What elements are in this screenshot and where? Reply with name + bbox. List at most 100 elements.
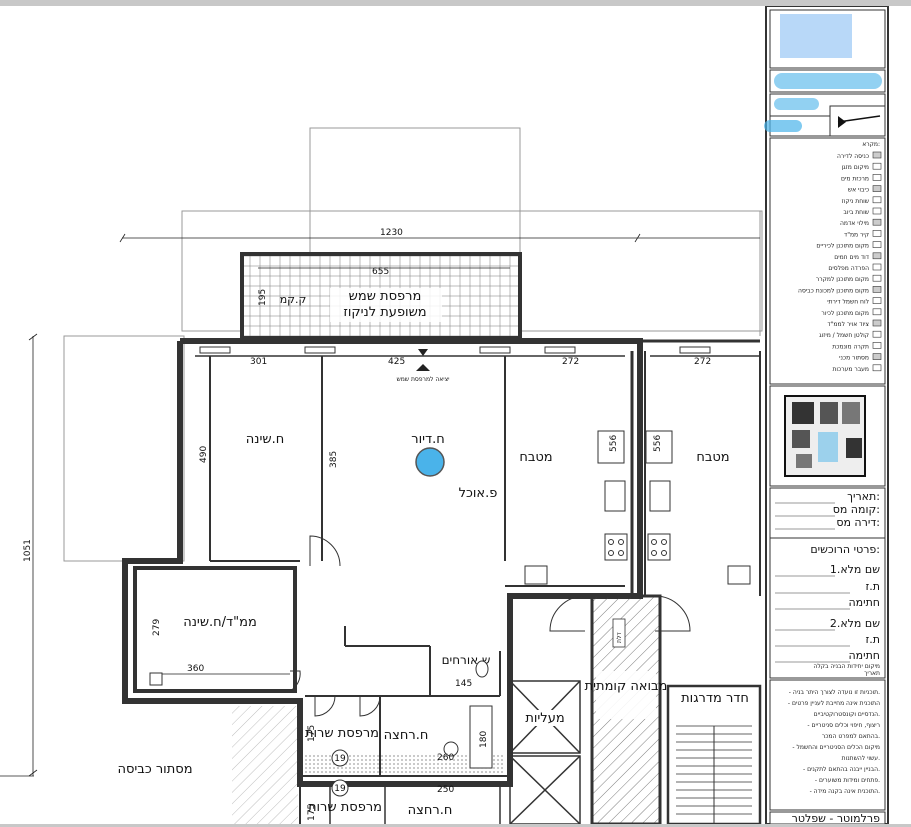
legend-symbol-icon [872,353,882,360]
legend-item: מיקום מזגן [842,164,869,171]
legend-item: הפרדה מפלסים [828,265,869,272]
kitchen-label: מטבח [519,450,552,465]
buyer1-name: 1.שם מלא [830,563,880,576]
legend-item: מסתור מכני [839,355,869,362]
drawing-sheet: 1230 1051 655 195 מרפסת שמש משופעת לניקו… [0,6,911,824]
living-width-label: 425 [388,357,405,367]
legend-item: לוח חשמל דירתי [827,299,869,306]
elevators [509,680,581,824]
legend-symbol-icon [872,174,882,181]
legend-item: מקום מתוכנן לכיור [821,310,869,317]
apartment-marker [415,447,445,477]
bedroom-label: ח.שינה [246,432,284,447]
legend-item: קולטן חשמל / מיזוג [819,332,869,339]
legend-item: שוחת ביוב [843,209,869,216]
laundry-label: מסתור כביסה [117,762,192,777]
floor-plan: 1230 1051 655 195 מרפסת שמש משופעת לניקו… [0,6,889,824]
buyers-label: פרטי הרוכשים: [810,543,880,556]
legend-item: קיר ממ"ד [844,231,869,238]
note-line: - מיקום הכלים הסניטריים והחשמל [792,744,880,751]
floor-label: קומה מס: [833,503,880,516]
legend-item: מקום מתוכנן למכונת כביסה [798,287,869,294]
overall-width-label: 1230 [380,228,403,238]
legend-symbol-icon [872,364,882,372]
legend-item: מקום מתוכנן לכיריים [816,243,869,250]
legend-symbol-icon [872,308,882,316]
approval-label: מיקום יחידות הבניה בקלה [813,663,880,670]
buyer1-sig: חתימה [848,596,880,609]
note-line: בהתאם למפרט המכר. [822,733,880,740]
legend-item: כניסה לדירה [837,153,869,160]
note-line: - התוכנית אינה בקנה מידה. [810,788,881,795]
door-label: דלת [616,632,623,643]
elevators-label: מעליות [525,711,564,726]
note-line: הנדסיים וקונסטרוקטיביים. [814,711,880,718]
overall-width-dim [119,233,760,243]
tag-1-label: 19 [334,754,346,764]
safe-room-depth-label: 279 [152,619,162,636]
footer-label: פרלמוטר - שפלטר [792,812,880,824]
project-name-block [774,73,882,89]
lobby-label: מבואה קומתית [585,679,668,694]
sun-balcony-note: משופעת לניקוז [343,305,426,320]
note-line: עשוי להשתנות. [842,755,880,762]
kitchen-2-label: מטבח [696,450,729,465]
buyer2-sig: חתימה [848,649,880,662]
tag-2-label: 19 [334,784,346,794]
kitchen-counter-2-label: 556 [653,435,663,452]
dining-label: פ.אוכל [459,486,498,501]
note-line: - פתחים ומידות משוערים. [815,777,880,784]
stair-label: חדר מדרגות [681,691,749,706]
balcony-width-label: 655 [372,267,389,277]
basin-width-label: 260 [437,753,454,763]
legend-symbol-icon [872,151,882,159]
note-line: - הבניין ייבנה בהתאם לתקנים. [803,766,880,773]
legend-item: מילוי אדמה [840,220,869,227]
legend-symbol-icon [872,342,882,349]
wc-toilet [475,660,489,678]
floor-ref-label: ק.קמ [280,293,307,306]
legend-symbol-icon [872,274,882,282]
apartment-walls [122,338,761,824]
legend-symbol-icon [872,196,882,204]
legend-item: ציוד אויר לממ"ד [827,321,869,328]
legend-symbol-icon [872,330,882,338]
exit-note: יציאה למרפסת שמש [396,376,449,383]
legend-item: שוחת ניקוז [842,198,869,205]
date-label: תאריך: [847,490,880,503]
service-balcony-2-label: מרפסת שרות [308,800,382,815]
exit-triangle [416,364,430,371]
legend-symbol-icon [872,241,882,248]
overall-depth-label: 1051 [23,539,33,562]
legend-symbol-icon [872,297,882,304]
legend-symbol-icon [872,218,882,226]
legend-item: מרכזת מים [841,175,869,182]
service-depth-2-label: 175 [307,804,317,821]
safe-room-width-label: 360 [187,664,204,674]
buyer1-id: ת.ז [865,580,880,593]
legend-symbol-icon [872,319,882,327]
buyer2-id: ת.ז [865,633,880,646]
note-line: - התוכנית אינה מחייבת לעניין פרטים [788,700,880,707]
wc-width-label: 145 [455,679,472,689]
bedroom-width-label: 301 [250,357,267,367]
bathroom-2-label: ח.רחצה [408,803,453,818]
legend-symbol-icon [872,207,882,215]
safe-room-label: ממ"ד/ח.שינה [183,615,257,630]
note-line: - ריצוף, חיפוי וכלים סניטריים [807,722,880,729]
legend-item: כיבוי אש [848,187,869,194]
buyer2-name: 2.שם מלא [830,617,880,630]
apt-label: דירה מס: [836,516,880,529]
legend-symbol-icon [872,286,882,293]
legend-symbol-icon [872,185,882,192]
bath-width-label: 250 [437,785,454,795]
safe-room-vent [149,672,163,686]
kitchen-width-label: 272 [562,357,579,367]
legend-symbol-icon [872,162,882,170]
legend-symbol-icon [872,230,882,237]
legend-symbol-icon [872,263,882,271]
kitchen-counter-label: 556 [609,435,619,452]
living-depth-label: 385 [329,451,339,468]
legend-item: מעבר מערכות [832,366,869,373]
living-label: ח.דיור [411,432,445,447]
